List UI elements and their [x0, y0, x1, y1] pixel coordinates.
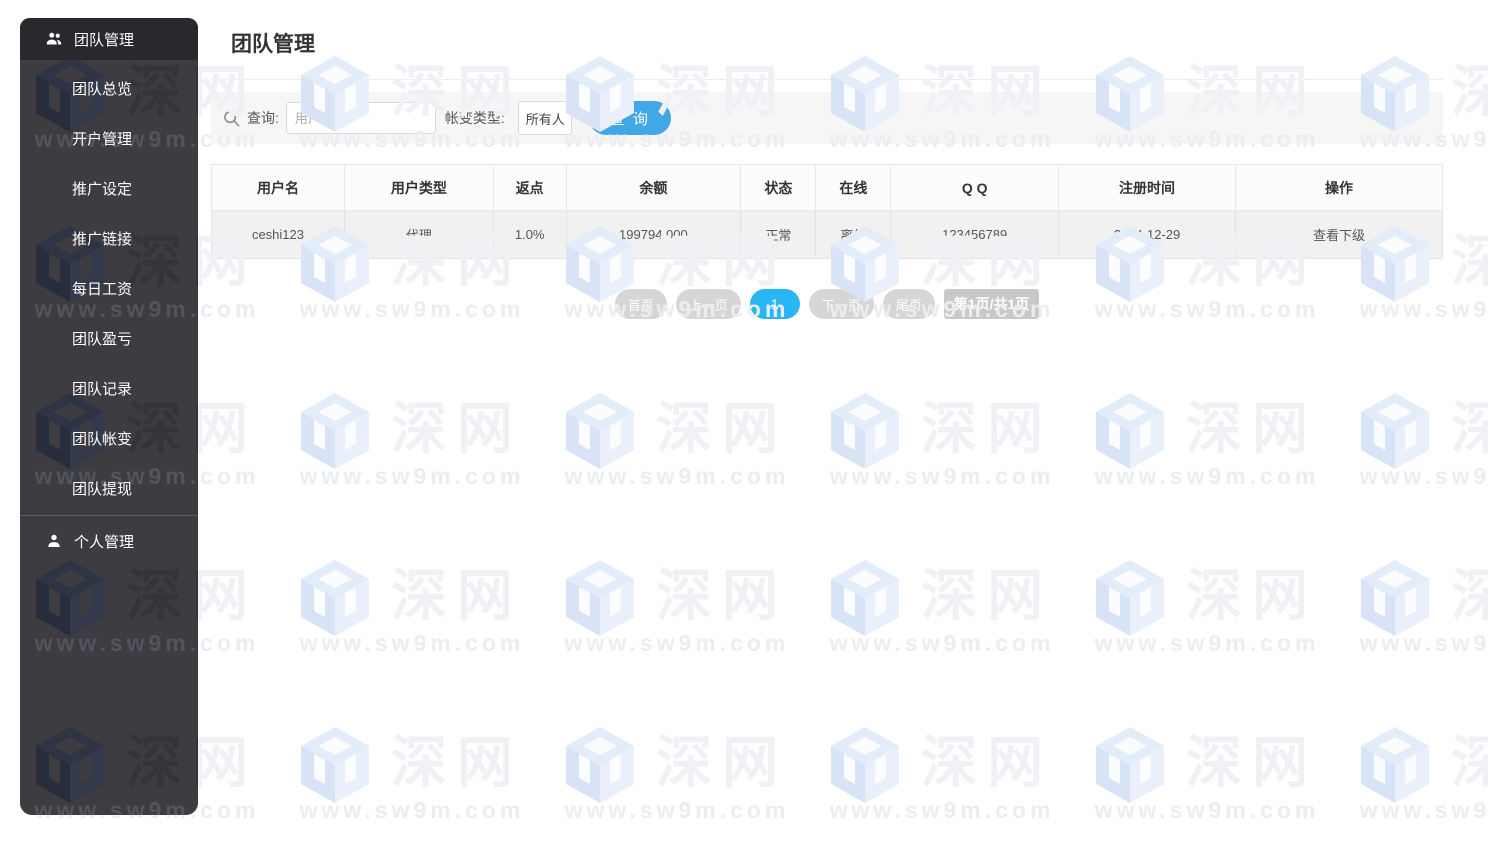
- cell-online: 离线: [816, 211, 891, 259]
- sidebar-item-promo-settings[interactable]: 推广设定: [20, 165, 198, 215]
- sidebar-item-team-overview[interactable]: 团队总览: [20, 65, 198, 115]
- table-header-row: 用户名 用户类型 返点 余额 状态 在线 Q Q 注册时间 操作: [212, 165, 1443, 211]
- sidebar-item-personal-management[interactable]: 个人管理: [20, 516, 198, 566]
- search-bar: 查询: 帐变类型: 查 询: [211, 92, 1443, 144]
- col-qq: Q Q: [891, 165, 1058, 211]
- sidebar-item-label: 个人管理: [74, 531, 134, 552]
- title-divider: [211, 79, 1443, 80]
- watermark-brand: 深网: [126, 735, 198, 791]
- watermark-url: www.sw9m.com: [30, 630, 198, 657]
- col-balance: 余额: [566, 165, 741, 211]
- cell-register-time: 2024-12-29: [1058, 211, 1235, 259]
- transaction-type-select[interactable]: [518, 101, 572, 135]
- view-subordinates-link[interactable]: 查看下级: [1313, 228, 1365, 243]
- col-online: 在线: [816, 165, 891, 211]
- user-icon: [45, 532, 63, 550]
- col-register-time: 注册时间: [1058, 165, 1235, 211]
- pagination-next-button[interactable]: 下一页: [809, 289, 874, 319]
- cell-status: 正常: [741, 211, 816, 259]
- query-button[interactable]: 查 询: [589, 101, 671, 135]
- sidebar-item-team-management[interactable]: 团队管理: [20, 18, 198, 60]
- pagination-page-1-button[interactable]: 1: [750, 289, 800, 319]
- sidebar-item-team-records[interactable]: 团队记录: [20, 365, 198, 415]
- cell-balance: 199794.000: [566, 211, 741, 259]
- app-window: 深网www.sw9m.com深网www.sw9m.com深网www.sw9m.c…: [0, 0, 1488, 844]
- pagination-info: 第1页/共1页: [944, 289, 1039, 319]
- table-row: ceshi123 代理 1.0% 199794.000 正常 离线 123456…: [212, 211, 1443, 259]
- search-icon: [222, 109, 241, 128]
- pagination-last-button[interactable]: 尾页: [883, 289, 935, 319]
- query-label: 查询:: [247, 108, 279, 128]
- pagination: 首页 上一页 1 下一页 尾页 第1页/共1页: [211, 289, 1443, 319]
- sidebar-item-team-pnl[interactable]: 团队盈亏: [20, 315, 198, 365]
- main-content: 团队管理 查询: 帐变类型: 查 询 用户名: [198, 0, 1488, 844]
- username-input[interactable]: [286, 102, 436, 134]
- watermark-url: www.sw9m.com: [30, 797, 198, 815]
- cell-qq: 123456789: [891, 211, 1058, 259]
- sidebar: 深网www.sw9m.com深网www.sw9m.com深网www.sw9m.c…: [20, 18, 198, 815]
- col-rebate: 返点: [493, 165, 566, 211]
- watermark-tile: 深网 www.sw9m.com: [30, 723, 198, 815]
- watermark-brand: 深网: [126, 568, 198, 624]
- cell-user-type: 代理: [344, 211, 493, 259]
- col-username: 用户名: [212, 165, 345, 211]
- pagination-prev-button[interactable]: 上一页: [676, 289, 741, 319]
- sidebar-item-team-transactions[interactable]: 团队帐变: [20, 415, 198, 465]
- sidebar-item-account-opening[interactable]: 开户管理: [20, 115, 198, 165]
- sidebar-item-daily-wage[interactable]: 每日工资: [20, 265, 198, 315]
- watermark-tile: 深网 www.sw9m.com: [30, 556, 198, 657]
- transaction-type-label: 帐变类型:: [445, 108, 505, 128]
- sidebar-item-promo-links[interactable]: 推广链接: [20, 215, 198, 265]
- sidebar-menu: 团队总览 开户管理 推广设定 推广链接 每日工资 团队盈亏 团队记录 团队帐变 …: [20, 60, 198, 515]
- col-status: 状态: [741, 165, 816, 211]
- sidebar-item-team-withdrawal[interactable]: 团队提现: [20, 465, 198, 515]
- col-actions: 操作: [1236, 165, 1443, 211]
- users-icon: [45, 30, 63, 48]
- col-user-type: 用户类型: [344, 165, 493, 211]
- cell-rebate: 1.0%: [493, 211, 566, 259]
- pagination-first-button[interactable]: 首页: [615, 289, 667, 319]
- cell-username: ceshi123: [212, 211, 345, 259]
- sidebar-item-label: 团队管理: [74, 29, 134, 50]
- team-table: 用户名 用户类型 返点 余额 状态 在线 Q Q 注册时间 操作 ceshi12…: [211, 164, 1443, 259]
- page-title: 团队管理: [231, 28, 1488, 58]
